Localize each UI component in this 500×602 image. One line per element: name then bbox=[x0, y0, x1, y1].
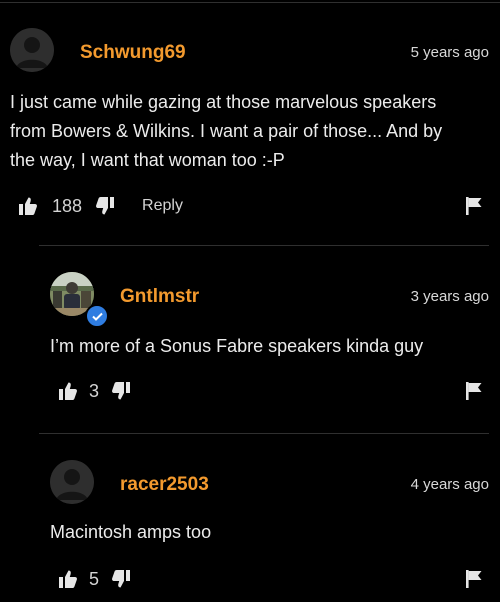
thumbs-down-icon[interactable] bbox=[111, 381, 131, 401]
avatar[interactable] bbox=[50, 460, 94, 504]
thumbs-up-icon[interactable] bbox=[58, 569, 78, 589]
comment-divider bbox=[39, 245, 489, 246]
like-count: 188 bbox=[52, 195, 83, 216]
flag-icon[interactable] bbox=[465, 381, 483, 406]
comment-text-line: the way, I want that woman too :-P bbox=[10, 150, 285, 170]
username[interactable]: Gntlmstr bbox=[120, 286, 199, 308]
thumbs-up-icon[interactable] bbox=[18, 196, 38, 216]
comment-actions: 3 bbox=[58, 376, 131, 406]
comment-divider bbox=[39, 433, 489, 434]
comment-text-line: from Bowers & Wilkins. I want a pair of … bbox=[10, 121, 443, 141]
comment-text: I’m more of a Sonus Fabre speakers kinda… bbox=[50, 336, 424, 356]
username[interactable]: racer2503 bbox=[120, 474, 209, 496]
timestamp: 3 years ago bbox=[410, 288, 489, 305]
comment-actions: 5 bbox=[58, 564, 131, 594]
thumbs-up-icon[interactable] bbox=[58, 381, 78, 401]
comment-text-line: I just came while gazing at those marvel… bbox=[10, 92, 437, 112]
timestamp: 4 years ago bbox=[410, 476, 489, 493]
default-user-icon bbox=[50, 460, 94, 504]
avatar[interactable] bbox=[10, 28, 54, 72]
reply-button[interactable]: Reply bbox=[142, 197, 183, 215]
like-count: 5 bbox=[89, 568, 100, 589]
comment-text: Macintosh amps too bbox=[50, 522, 212, 542]
flag-icon[interactable] bbox=[465, 569, 483, 594]
like-count: 3 bbox=[89, 380, 100, 401]
timestamp: 5 years ago bbox=[410, 44, 489, 61]
default-user-icon bbox=[10, 28, 54, 72]
verified-badge-icon bbox=[85, 304, 109, 328]
username[interactable]: Schwung69 bbox=[80, 42, 186, 64]
thumbs-down-icon[interactable] bbox=[95, 196, 115, 216]
top-divider bbox=[0, 2, 500, 3]
thumbs-down-icon[interactable] bbox=[111, 569, 131, 589]
comment-text: I just came while gazing at those marvel… bbox=[10, 88, 495, 175]
comment-actions: 188 Reply bbox=[18, 191, 183, 221]
flag-icon[interactable] bbox=[465, 196, 483, 221]
